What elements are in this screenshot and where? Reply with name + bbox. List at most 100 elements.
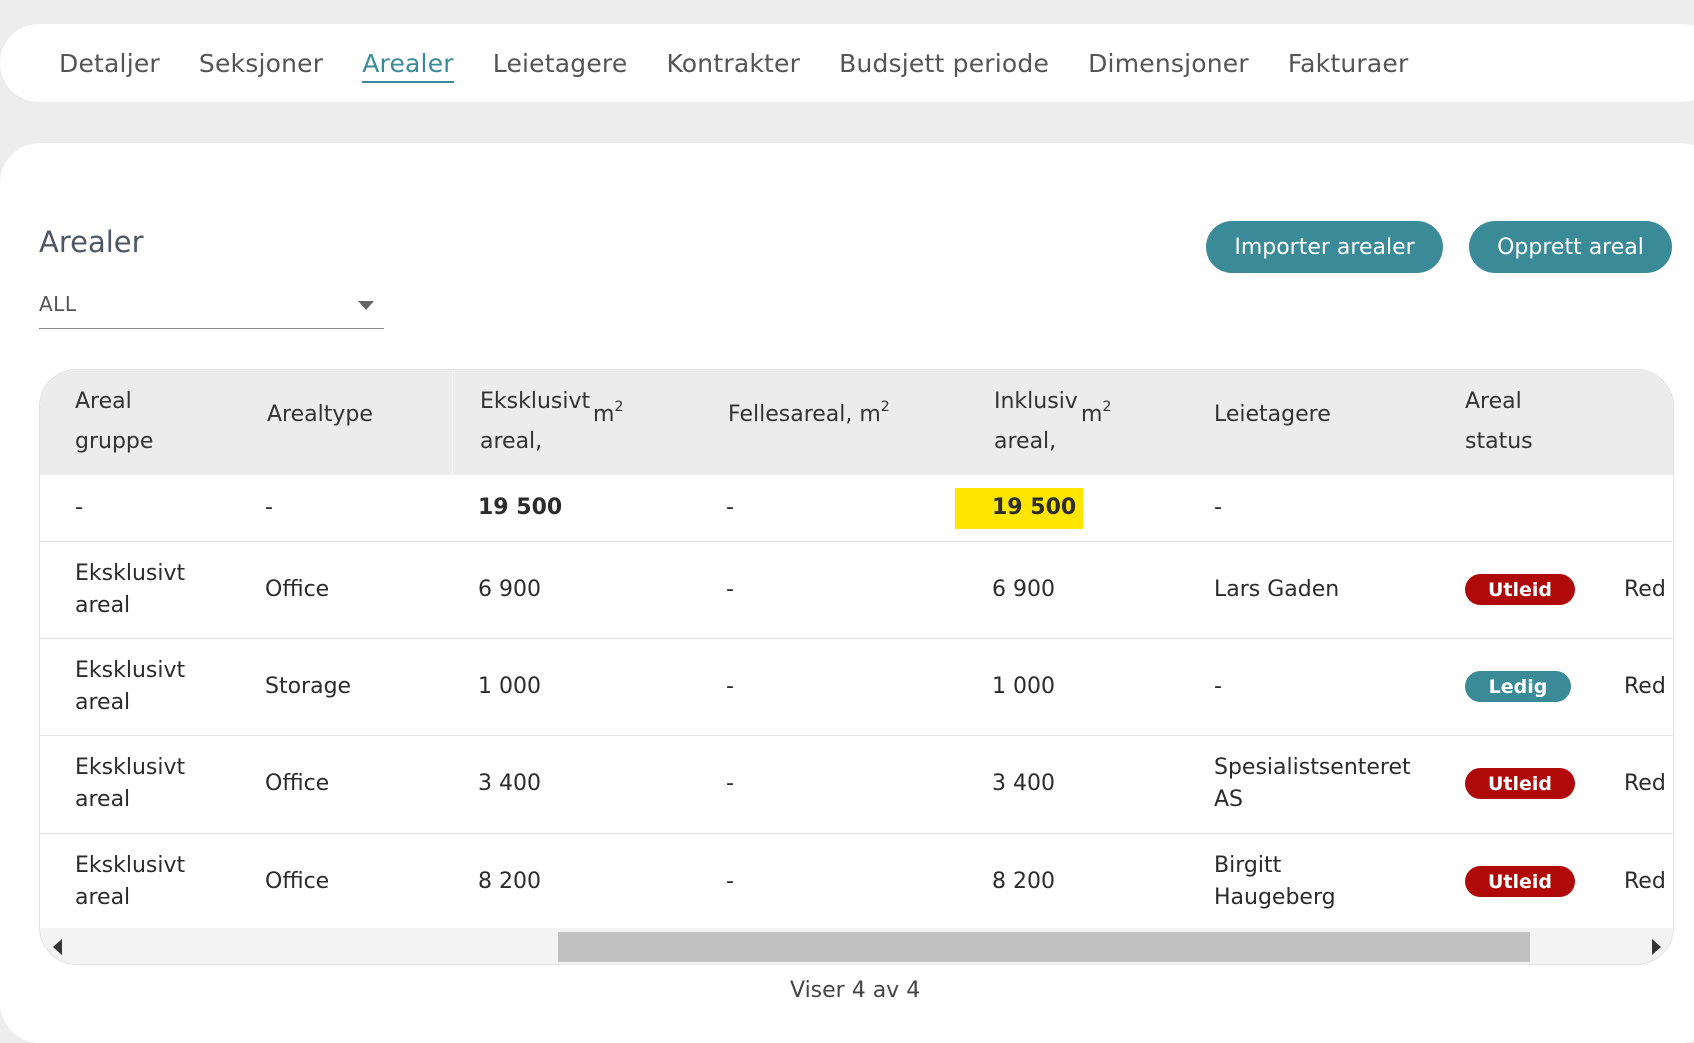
summary-inclusive-total: 19 500 xyxy=(992,495,1077,520)
header-area-type[interactable]: Arealtype xyxy=(267,402,373,427)
summary-common: - xyxy=(726,495,734,520)
cell-exclusive-area: 1 000 xyxy=(478,674,541,699)
header-label: areal, xyxy=(480,429,543,454)
cell-text: areal xyxy=(75,885,131,910)
cell-area-type: Office xyxy=(265,869,330,894)
status-badge: Ledig xyxy=(1465,671,1571,702)
header-area-status[interactable]: Areal status xyxy=(1465,382,1533,462)
edit-link[interactable]: Red xyxy=(1624,768,1666,800)
status-badge: Utleid xyxy=(1465,768,1575,799)
header-tenants[interactable]: Leietagere xyxy=(1214,402,1331,427)
horizontal-scrollbar[interactable] xyxy=(40,928,1673,964)
cell-area-group: Eksklusivt areal xyxy=(75,752,185,816)
cell-inclusive-area: 1 000 xyxy=(992,674,1055,699)
cell-text: Eksklusivt xyxy=(75,658,186,683)
summary-tenants: - xyxy=(1214,495,1222,520)
chevron-down-icon xyxy=(358,301,374,310)
cell-tenant: Spesialistsenteret AS xyxy=(1214,752,1411,816)
cell-text: Lars Gaden xyxy=(1214,577,1340,602)
scroll-thumb[interactable] xyxy=(558,932,1530,962)
cell-area-type: Office xyxy=(265,771,330,796)
tab-budsjett-periode[interactable]: Budsjett periode xyxy=(839,49,1049,78)
cell-inclusive-area: 6 900 xyxy=(992,577,1055,602)
header-label: Inklusiv xyxy=(994,389,1078,414)
cell-text: - xyxy=(1214,674,1222,699)
status-badge: Utleid xyxy=(1465,574,1575,605)
cell-area-group: Eksklusivt areal xyxy=(75,850,185,914)
tab-detaljer[interactable]: Detaljer xyxy=(59,49,160,78)
summary-exclusive-total: 19 500 xyxy=(478,495,563,520)
pagination-summary: Viser 4 av 4 xyxy=(790,978,921,1003)
header-area-group[interactable]: Areal gruppe xyxy=(75,382,153,462)
cell-tenant: Birgitt Haugeberg xyxy=(1214,850,1336,914)
cell-text: Eksklusivt xyxy=(75,561,186,586)
edit-link[interactable]: Red xyxy=(1624,866,1666,898)
cell-exclusive-area: 3 400 xyxy=(478,771,541,796)
header-label: gruppe xyxy=(75,429,154,454)
cell-common-area: - xyxy=(726,869,734,894)
cell-area-type: Storage xyxy=(265,674,352,699)
unit-label: m xyxy=(1081,402,1103,427)
section-title: Arealer xyxy=(39,225,144,259)
cell-text: AS xyxy=(1214,787,1244,812)
header-inclusive-area[interactable]: Inklusiv areal, xyxy=(994,382,1078,462)
cell-text: areal xyxy=(75,690,131,715)
summary-group: - xyxy=(75,495,83,520)
tab-arealer[interactable]: Arealer xyxy=(362,49,454,83)
cell-area-type: Office xyxy=(265,577,330,602)
cell-tenant: - xyxy=(1214,671,1222,703)
unit-sup: 2 xyxy=(614,399,624,415)
tab-seksjoner[interactable]: Seksjoner xyxy=(199,49,323,78)
cell-text: Birgitt xyxy=(1214,853,1282,878)
unit-sup: 2 xyxy=(880,399,890,415)
header-label: status xyxy=(1465,429,1533,454)
row-divider xyxy=(40,638,1673,639)
cell-tenant: Lars Gaden xyxy=(1214,574,1339,606)
header-label: Areal xyxy=(1465,389,1522,414)
table-header: Areal gruppe Arealtype Eksklusivt areal,… xyxy=(40,370,1673,475)
row-divider xyxy=(40,735,1673,736)
edit-link[interactable]: Red xyxy=(1624,574,1666,606)
header-exclusive-area[interactable]: Eksklusivt areal, xyxy=(480,382,590,462)
header-divider xyxy=(452,370,453,475)
cell-common-area: - xyxy=(726,674,734,699)
edit-link[interactable]: Red xyxy=(1624,671,1666,703)
scroll-right-arrow-icon[interactable] xyxy=(1652,939,1661,955)
cell-text: Spesialistsenteret xyxy=(1214,755,1411,780)
header-exclusive-unit: m2 xyxy=(593,399,624,427)
unit-label: m xyxy=(593,402,615,427)
cell-text: Eksklusivt xyxy=(75,755,186,780)
header-label: Fellesareal, m xyxy=(728,402,881,427)
cell-text: Haugeberg xyxy=(1214,885,1336,910)
tab-kontrakter[interactable]: Kontrakter xyxy=(666,49,800,78)
row-divider xyxy=(40,541,1673,542)
cell-area-group: Eksklusivt areal xyxy=(75,558,185,622)
cell-area-group: Eksklusivt areal xyxy=(75,655,185,719)
cell-exclusive-area: 8 200 xyxy=(478,869,541,894)
import-areas-button[interactable]: Importer arealer xyxy=(1206,221,1443,273)
header-label: areal, xyxy=(994,429,1057,454)
status-badge: Utleid xyxy=(1465,866,1575,897)
tab-dimensjoner[interactable]: Dimensjoner xyxy=(1088,49,1249,78)
area-filter-select[interactable]: ALL xyxy=(39,288,384,329)
tab-leietagere[interactable]: Leietagere xyxy=(493,49,628,78)
cell-text: areal xyxy=(75,593,131,618)
cell-exclusive-area: 6 900 xyxy=(478,577,541,602)
cell-common-area: - xyxy=(726,577,734,602)
row-divider xyxy=(40,833,1673,834)
create-area-button[interactable]: Opprett areal xyxy=(1469,221,1672,273)
cell-common-area: - xyxy=(726,771,734,796)
cell-text: areal xyxy=(75,787,131,812)
header-common-area[interactable]: Fellesareal, m2 xyxy=(728,399,890,427)
header-label: Eksklusivt xyxy=(480,389,591,414)
scroll-left-arrow-icon[interactable] xyxy=(53,939,62,955)
areas-table: Areal gruppe Arealtype Eksklusivt areal,… xyxy=(39,369,1674,965)
cell-text: Eksklusivt xyxy=(75,853,186,878)
header-inclusive-unit: m2 xyxy=(1081,399,1111,427)
tab-list: Detaljer Seksjoner Arealer Leietagere Ko… xyxy=(59,24,1447,102)
tab-bar: Detaljer Seksjoner Arealer Leietagere Ko… xyxy=(0,24,1694,102)
cell-inclusive-area: 8 200 xyxy=(992,869,1055,894)
tab-fakturaer[interactable]: Fakturaer xyxy=(1288,49,1409,78)
cell-inclusive-area: 3 400 xyxy=(992,771,1055,796)
header-label: Areal xyxy=(75,389,132,414)
